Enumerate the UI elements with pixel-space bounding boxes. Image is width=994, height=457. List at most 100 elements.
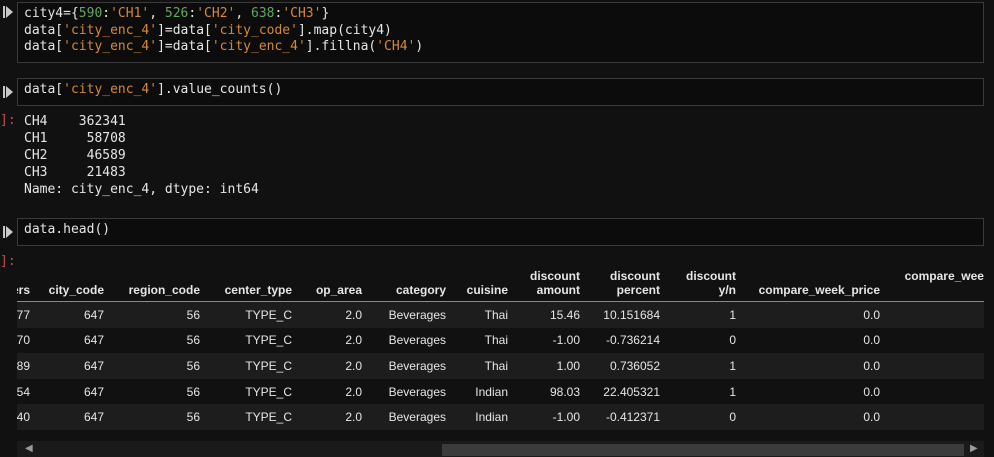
run-cell-button[interactable] (3, 6, 13, 18)
table-cell: Beverages (368, 301, 452, 328)
scroll-right-icon[interactable]: ▶ (970, 443, 978, 454)
column-header-text: y/n (892, 283, 984, 297)
column-header: compare_week_price (742, 265, 886, 302)
code-input-cell-3[interactable]: data.head() (17, 218, 984, 246)
table-cell: 0 (886, 404, 984, 430)
dataframe-output: ers city_code region_code center_type op_are… (17, 265, 984, 440)
code-token: 'city_enc_4' (63, 22, 158, 38)
table-cell: Indian (452, 378, 514, 405)
code-token: , (235, 6, 252, 21)
table-cell: -0.736214 (586, 327, 666, 354)
table-cell: 10.151684 (586, 301, 666, 328)
table-cell: Beverages (368, 378, 452, 405)
column-header: discount amount (514, 265, 586, 302)
column-header-text: compare_week_price (758, 283, 880, 297)
scrollbar-thumb[interactable] (442, 444, 964, 456)
table-cell: TYPE_C (206, 353, 298, 379)
value-counts-output: CH4 362341 CH1 58708 CH2 46589 CH3 21483… (24, 114, 259, 197)
column-header-text: ers (17, 283, 30, 297)
column-header: ers (17, 265, 36, 302)
scroll-left-icon[interactable]: ◀ (25, 443, 33, 454)
column-header-text: op_area (315, 283, 362, 297)
run-cell-button[interactable] (3, 226, 13, 238)
code-token: 'city_enc_4' (211, 39, 306, 54)
column-header: compare_week_pricey/n (886, 265, 984, 302)
table-cell: 0.0 (742, 378, 886, 405)
column-header: discount percent (586, 265, 666, 302)
code-line: data['city_enc_4'].value_counts() (24, 82, 977, 99)
table-cell: 0.736052 (586, 353, 666, 379)
table-cell: 0 (666, 404, 742, 430)
table-row: 40 647 56 TYPE_C 2.0 Beverages Indian -1.00 -0.4… (17, 404, 984, 430)
dataframe-table: ers city_code region_code center_type op_are… (17, 265, 984, 430)
table-cell: 0.0 (742, 301, 886, 328)
table-cell: 647 (36, 327, 110, 354)
code-token: ]=data[ (157, 39, 212, 54)
table-cell: Thai (452, 301, 514, 328)
code-line: data.head() (24, 222, 977, 239)
code-token: } (321, 6, 330, 21)
column-header: op_area (298, 265, 368, 302)
table-cell: 0 (886, 301, 984, 328)
table-cell: 15.46 (514, 301, 586, 328)
column-header-text: discount (530, 269, 580, 283)
table-cell: 0 (886, 327, 984, 354)
table-cell: 2.0 (298, 404, 368, 430)
code-line: data['city_enc_4']=data['city_enc_4'].fi… (24, 39, 977, 56)
code-token: 'CH3' (282, 6, 322, 21)
table-cell: -1.00 (514, 404, 586, 430)
table-row: 17764756TYPE_C2.0BeveragesThai15.4610.15… (17, 301, 984, 328)
code-token: 'CH4' (376, 39, 416, 54)
column-header-text: city_code (48, 283, 104, 297)
code-token: 526 (164, 6, 189, 21)
column-header: city_code (36, 265, 110, 302)
table-cell: Indian (452, 404, 514, 430)
code-token: , (149, 6, 165, 21)
table-cell: 2.0 (298, 378, 368, 405)
code-token: ]=data[ (157, 22, 212, 38)
code-token: 'city_enc_4' (63, 39, 158, 54)
table-cell: Thai (452, 327, 514, 354)
table-cell: TYPE_C (206, 378, 298, 405)
code-token: city4={ (24, 6, 79, 21)
code-token: data[ (24, 39, 64, 54)
table-cell: 56 (110, 378, 206, 405)
code-token: ].fillna( (305, 39, 377, 54)
table-cell: 647 (36, 353, 110, 379)
table-cell: 2.0 (298, 327, 368, 354)
table-cell: 56 (110, 404, 206, 430)
code-input-cell-2[interactable]: data['city_enc_4'].value_counts() (17, 78, 984, 106)
code-line: city4={590:'CH1', 526:'CH2', 638:'CH3'} (24, 6, 977, 23)
table-cell: Beverages (368, 404, 452, 430)
table-cell: 22.405321 (586, 378, 666, 405)
table-cell: 0 (886, 353, 984, 379)
code-input-cell-1[interactable]: city4={590:'CH1', 526:'CH2', 638:'CH3'} d… (17, 2, 984, 63)
column-header-text: amount (536, 283, 580, 297)
table-cell: 54 (17, 378, 36, 405)
table-cell: 647 (36, 378, 110, 405)
column-header-text: compare_week_price (904, 269, 984, 283)
run-icon (3, 226, 13, 238)
table-cell: 98.03 (514, 378, 586, 405)
column-header-text: discount (610, 269, 660, 283)
code-token: ].map(city4) (297, 22, 392, 38)
column-header: category (368, 265, 452, 302)
horizontal-scrollbar[interactable]: ◀ ▶ (17, 441, 984, 457)
table-cell: 0.0 (742, 404, 886, 430)
code-token: data[ (24, 22, 64, 38)
code-token: 590 (78, 6, 103, 21)
table-cell: 0.0 (742, 353, 886, 379)
column-header: discount y/n (666, 265, 742, 302)
table-cell: 270 (17, 327, 36, 354)
table-cell: Beverages (368, 353, 452, 379)
table-cell: 189 (17, 353, 36, 379)
column-header-text: category (395, 283, 446, 297)
column-header: center_type (206, 265, 298, 302)
code-token: data[ (24, 82, 64, 97)
table-cell: 0 (886, 378, 984, 405)
code-token: 'CH2' (196, 6, 236, 21)
code-token: ].value_counts() (157, 82, 283, 97)
run-cell-button[interactable] (3, 86, 13, 98)
table-cell: Beverages (368, 327, 452, 354)
table-cell: 1 (666, 353, 742, 379)
